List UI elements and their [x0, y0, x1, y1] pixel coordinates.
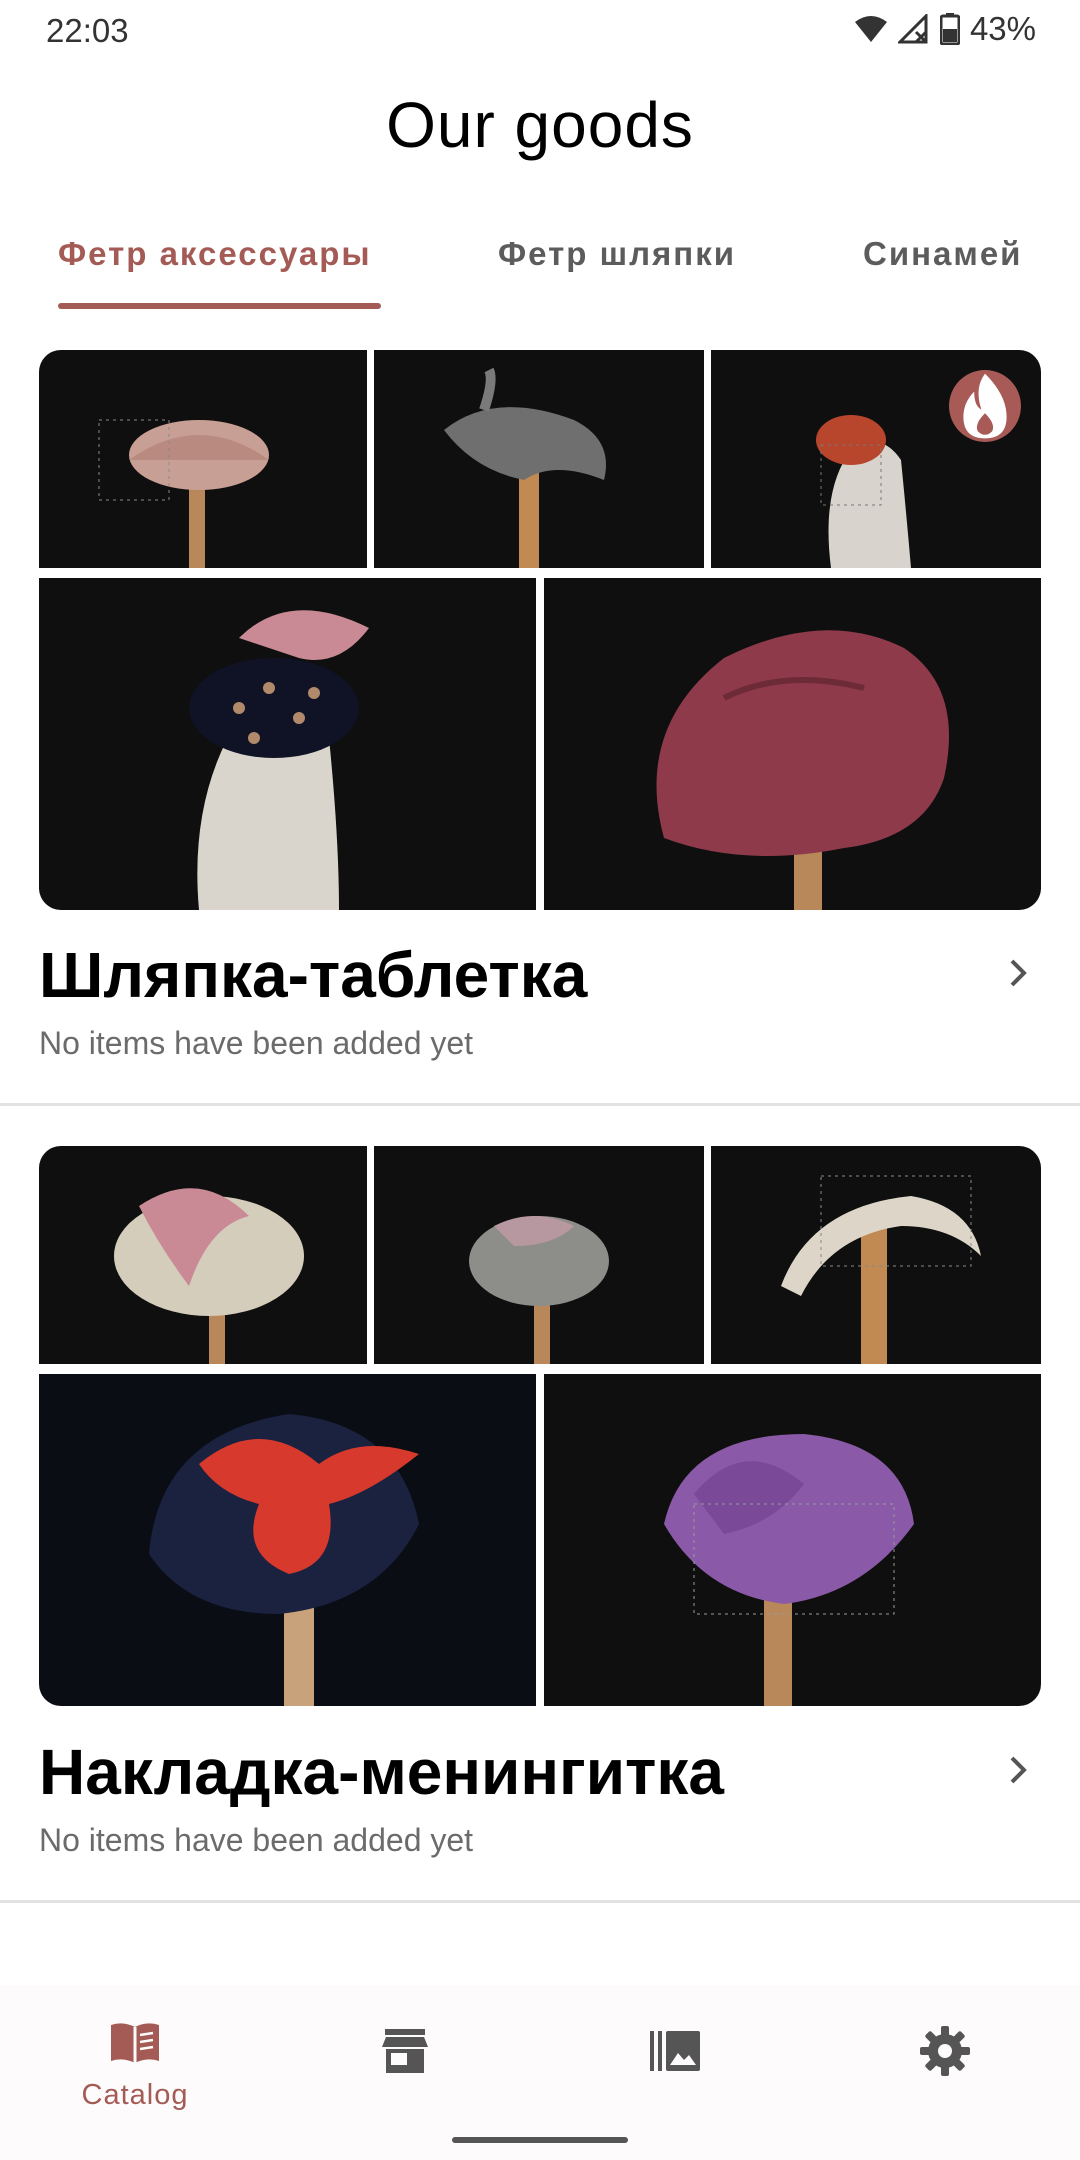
store-icon [382, 2029, 428, 2073]
product-photo [544, 1374, 1041, 1706]
product-photo [711, 350, 1041, 568]
chevron-right-icon[interactable] [998, 1750, 1038, 1790]
tab-indicator [58, 303, 381, 309]
status-icons: 43% [854, 10, 1036, 48]
product-photo [374, 350, 704, 568]
battery-percent: 43% [969, 10, 1036, 47]
battery-icon [939, 13, 960, 45]
category-subtitle: No items have been added yet [39, 1822, 474, 1858]
product-photo [544, 578, 1041, 910]
tab-felt-hats[interactable]: Фетр шляпки [498, 235, 736, 273]
nav-item-settings[interactable] [810, 1985, 1080, 2135]
category-image-grid[interactable] [39, 350, 1041, 910]
cell-signal-icon [897, 14, 928, 44]
status-time: 22:03 [46, 12, 129, 49]
home-indicator[interactable] [452, 2137, 628, 2143]
gear-icon [920, 2026, 970, 2076]
product-photo [39, 350, 367, 568]
category-subtitle: No items have been added yet [39, 1025, 474, 1061]
product-photo [39, 578, 536, 910]
product-photo [374, 1146, 704, 1364]
nav-item-catalog[interactable]: Catalog [0, 1985, 270, 2135]
gallery-icon [650, 2031, 700, 2071]
hot-badge [949, 370, 1021, 442]
page-title: Our goods [386, 89, 694, 161]
category-title: Шляпка-таблетка [39, 939, 588, 1011]
tab-sinamay[interactable]: Синамей [863, 235, 1022, 273]
book-icon [111, 2023, 159, 2063]
tab-felt-accessories[interactable]: Фетр аксессуары [58, 235, 372, 273]
product-photo [39, 1374, 536, 1706]
fire-icon [963, 373, 1007, 439]
category-image-grid[interactable] [39, 1146, 1041, 1706]
nav-label-catalog: Catalog [81, 2079, 189, 2111]
category-tabs: Фетр аксессуары Фетр шляпки Синамей [0, 225, 1080, 315]
product-photo [39, 1146, 367, 1364]
divider [0, 1900, 1080, 1903]
nav-item-store[interactable] [270, 1985, 540, 2135]
status-bar: 22:03 43% [0, 0, 1080, 62]
divider [0, 1103, 1080, 1106]
chevron-right-icon[interactable] [998, 953, 1038, 993]
category-title: Накладка-менингитка [39, 1736, 724, 1808]
bottom-navigation: Catalog [0, 1985, 1080, 2160]
product-photo [711, 1146, 1041, 1364]
wifi-icon [854, 16, 887, 42]
nav-item-gallery[interactable] [540, 1985, 810, 2135]
